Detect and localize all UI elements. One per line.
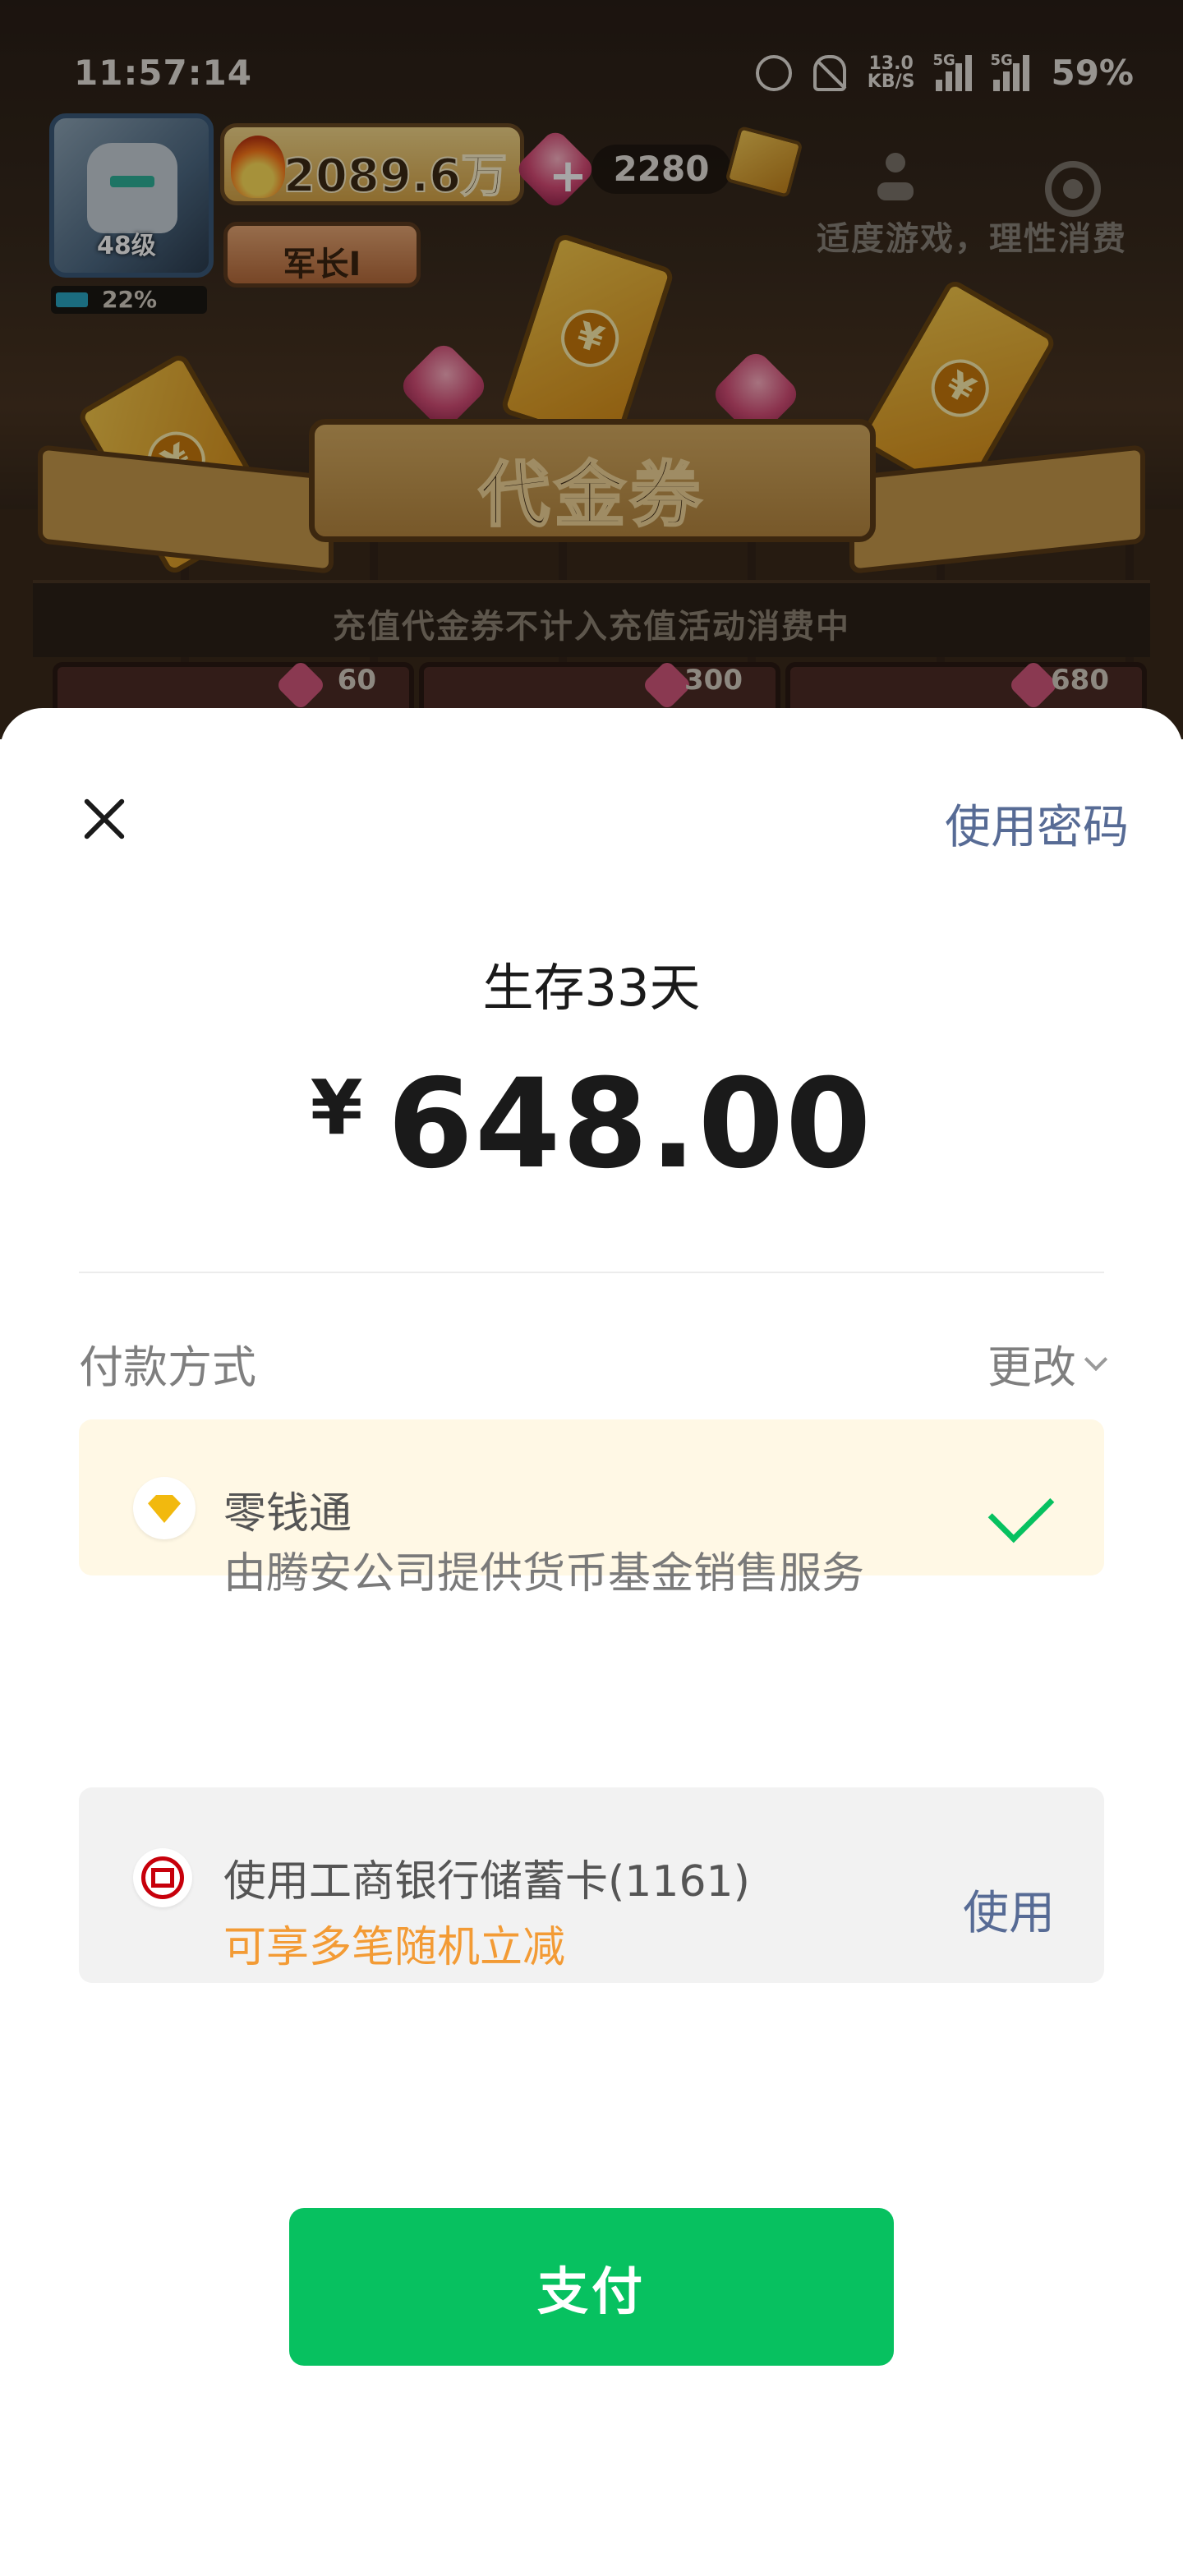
payment-sheet: 使用密码 生存33天 ¥648.00 付款方式 更改 零钱通 由腾安公司提供货币… bbox=[0, 708, 1183, 2576]
icbc-logo-icon bbox=[133, 1848, 192, 1907]
currency-symbol: ¥ bbox=[310, 1064, 363, 1152]
bank-card-title: 使用工商银行储蓄卡(1161) bbox=[223, 1857, 750, 1907]
divider bbox=[79, 1272, 1104, 1273]
game-background: 11:57:14 13.0 KB/S 5G 5G 59% 48级 22% 208… bbox=[0, 0, 1183, 739]
check-icon bbox=[987, 1476, 1055, 1543]
payment-amount: ¥648.00 bbox=[0, 1053, 1183, 1196]
use-password-link[interactable]: 使用密码 bbox=[945, 790, 1129, 857]
pay-button[interactable]: 支付 bbox=[289, 2208, 894, 2366]
use-bank-card-button[interactable]: 使用 bbox=[963, 1876, 1055, 1943]
lingqiantong-title: 零钱通 bbox=[223, 1489, 352, 1539]
payment-method-label: 付款方式 bbox=[79, 1341, 256, 1393]
payment-option-lingqiantong[interactable]: 零钱通 由腾安公司提供货币基金销售服务 bbox=[79, 1419, 1104, 1598]
modal-dim-overlay[interactable] bbox=[0, 0, 1183, 739]
amount-value: 648.00 bbox=[387, 1053, 873, 1196]
change-payment-method[interactable]: 更改 bbox=[987, 1331, 1108, 1396]
chevron-down-icon bbox=[1084, 1347, 1108, 1371]
close-icon[interactable] bbox=[71, 785, 138, 853]
payment-option-bank-card[interactable]: 使用工商银行储蓄卡(1161) 可享多笔随机立减 使用 bbox=[79, 1787, 1104, 1983]
lingqiantong-description: 由腾安公司提供货币基金销售服务 bbox=[223, 1549, 865, 1598]
diamond-icon bbox=[133, 1477, 196, 1539]
bank-card-promo: 可享多笔随机立减 bbox=[223, 1923, 566, 1972]
product-name: 生存33天 bbox=[482, 958, 701, 1018]
change-label: 更改 bbox=[987, 1341, 1076, 1393]
